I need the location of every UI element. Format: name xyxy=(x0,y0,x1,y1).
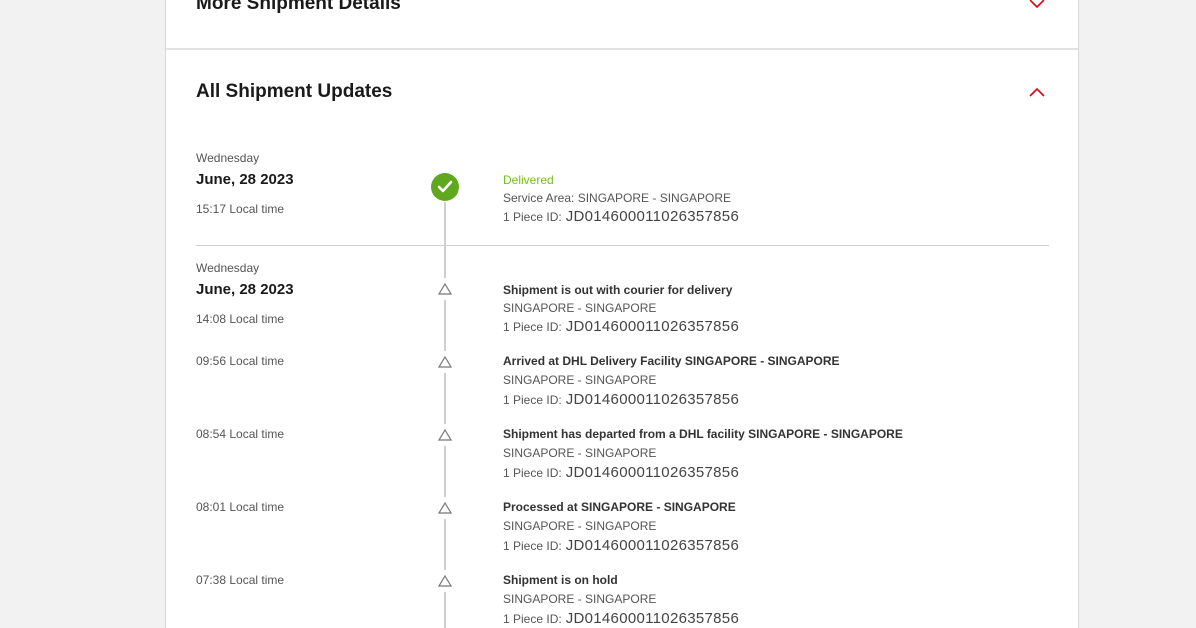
event-location: SINGAPORE - SINGAPORE xyxy=(503,301,657,315)
more-shipment-details-title: More Shipment Details xyxy=(196,0,401,14)
piece-id-value: JD014600011026357856 xyxy=(565,610,740,627)
section-divider xyxy=(166,48,1078,50)
event-location: SINGAPORE - SINGAPORE xyxy=(503,592,657,606)
event-status: Arrived at DHL Delivery Facility SINGAPO… xyxy=(503,354,840,368)
chevron-up-icon[interactable] xyxy=(1026,81,1048,103)
piece-id-label: 1 Piece ID: xyxy=(503,539,562,553)
piece-id-value: JD014600011026357856 xyxy=(565,537,740,554)
event-time: 15:17 Local time xyxy=(196,202,285,216)
event-status: Shipment has departed from a DHL facilit… xyxy=(503,427,903,441)
date-group-divider xyxy=(196,245,1049,246)
piece-id-label: 1 Piece ID: xyxy=(503,210,562,224)
piece-id-value: JD014600011026357856 xyxy=(565,391,740,408)
triangle-icon xyxy=(434,424,456,446)
all-shipment-updates-title: All Shipment Updates xyxy=(196,81,393,102)
event-location: SINGAPORE - SINGAPORE xyxy=(503,519,657,533)
event-location: SINGAPORE - SINGAPORE xyxy=(503,373,657,387)
event-time: 08:01 Local time xyxy=(196,500,285,514)
piece-id-value: JD014600011026357856 xyxy=(565,208,740,225)
event-piece-id: 1 Piece ID: JD014600011026357856 xyxy=(503,318,739,335)
event-status: Processed at SINGAPORE - SINGAPORE xyxy=(503,500,736,514)
event-date: June, 28 2023 xyxy=(196,281,294,298)
event-status: Shipment is out with courier for deliver… xyxy=(503,283,733,297)
piece-id-label: 1 Piece ID: xyxy=(503,393,562,407)
event-time: 14:08 Local time xyxy=(196,312,285,326)
event-location: Service Area: SINGAPORE - SINGAPORE xyxy=(503,191,732,205)
event-day: Wednesday xyxy=(196,151,260,165)
piece-id-value: JD014600011026357856 xyxy=(565,464,740,481)
event-location: SINGAPORE - SINGAPORE xyxy=(503,446,657,460)
event-piece-id: 1 Piece ID: JD014600011026357856 xyxy=(503,208,739,225)
triangle-icon xyxy=(434,351,456,373)
event-time: 07:38 Local time xyxy=(196,573,285,587)
event-time: 08:54 Local time xyxy=(196,427,285,441)
event-date: June, 28 2023 xyxy=(196,171,294,188)
triangle-icon xyxy=(434,570,456,592)
event-piece-id: 1 Piece ID: JD014600011026357856 xyxy=(503,464,739,481)
event-day: Wednesday xyxy=(196,261,260,275)
piece-id-value: JD014600011026357856 xyxy=(565,318,740,335)
piece-id-label: 1 Piece ID: xyxy=(503,466,562,480)
chevron-down-icon[interactable] xyxy=(1026,0,1048,15)
event-status: Delivered xyxy=(503,173,554,187)
event-status: Shipment is on hold xyxy=(503,573,618,587)
event-piece-id: 1 Piece ID: JD014600011026357856 xyxy=(503,391,739,408)
shipment-panel: More Shipment Details All Shipment Updat… xyxy=(165,0,1079,628)
more-shipment-details-header[interactable]: More Shipment Details xyxy=(166,0,1078,24)
timeline-line xyxy=(444,184,446,628)
triangle-icon xyxy=(434,497,456,519)
piece-id-label: 1 Piece ID: xyxy=(503,612,562,626)
piece-id-label: 1 Piece ID: xyxy=(503,320,562,334)
triangle-icon xyxy=(434,278,456,300)
event-piece-id: 1 Piece ID: JD014600011026357856 xyxy=(503,537,739,554)
event-piece-id: 1 Piece ID: JD014600011026357856 xyxy=(503,610,739,627)
event-time: 09:56 Local time xyxy=(196,354,285,368)
all-shipment-updates-header[interactable]: All Shipment Updates xyxy=(166,72,1078,112)
check-icon xyxy=(430,172,460,202)
